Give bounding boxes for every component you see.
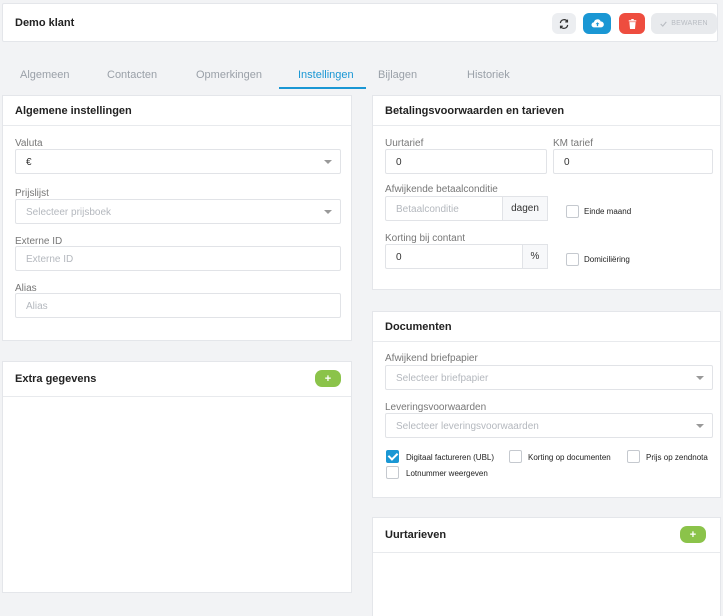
currency-select[interactable]: € bbox=[15, 149, 341, 174]
payment-condition-placeholder: Betaalconditie bbox=[396, 204, 459, 215]
delivery-terms-select[interactable]: Selecteer leveringsvoorwaarden bbox=[385, 413, 713, 438]
cash-discount-input[interactable]: 0 % bbox=[385, 244, 548, 269]
alias-input[interactable]: Alias bbox=[15, 293, 341, 318]
tab-contacten[interactable]: Contacten bbox=[107, 69, 157, 81]
panel-divider bbox=[3, 396, 351, 397]
add-extra-button[interactable]: + bbox=[315, 370, 341, 387]
panel-divider bbox=[373, 552, 720, 553]
alias-placeholder: Alias bbox=[26, 301, 48, 312]
tab-instellingen[interactable]: Instellingen bbox=[298, 69, 354, 81]
delivery-terms-placeholder: Selecteer leveringsvoorwaarden bbox=[396, 421, 539, 432]
lot-number-label: Lotnummer weergeven bbox=[406, 469, 488, 478]
direct-debit-label: Domiciliëring bbox=[584, 255, 630, 264]
km-rate-value: 0 bbox=[564, 157, 570, 168]
upload-button[interactable] bbox=[583, 13, 611, 34]
external-id-input[interactable]: Externe ID bbox=[15, 246, 341, 271]
hourly-rate-label: Uurtarief bbox=[385, 138, 424, 149]
general-settings-panel: Algemene instellingen Valuta € Prijslijs… bbox=[2, 95, 352, 341]
panel-title: Extra gegevens bbox=[15, 373, 97, 385]
hourly-rate-input[interactable]: 0 bbox=[385, 149, 547, 174]
end-of-month-checkbox[interactable] bbox=[566, 205, 579, 218]
lot-number-checkbox[interactable] bbox=[386, 466, 399, 479]
cash-discount-label: Korting bij contant bbox=[385, 233, 466, 244]
pricelist-label: Prijslijst bbox=[15, 188, 49, 199]
payment-condition-label: Afwijkende betaalconditie bbox=[385, 184, 498, 195]
chevron-down-icon bbox=[324, 210, 332, 214]
letterhead-placeholder: Selecteer briefpapier bbox=[396, 373, 489, 384]
ubl-checkbox[interactable] bbox=[386, 450, 399, 463]
price-delivery-label: Prijs op zendnota bbox=[646, 453, 708, 462]
documents-panel: Documenten Afwijkend briefpapier Selecte… bbox=[372, 311, 721, 498]
trash-icon bbox=[628, 18, 636, 29]
panel-title: Algemene instellingen bbox=[15, 105, 132, 117]
currency-label: Valuta bbox=[15, 138, 43, 149]
save-label: BEWAREN bbox=[671, 20, 708, 27]
external-id-placeholder: Externe ID bbox=[26, 254, 74, 265]
panel-title: Uurtarieven bbox=[385, 529, 447, 541]
chevron-down-icon bbox=[696, 424, 704, 428]
panel-divider bbox=[373, 125, 720, 126]
panel-title: Betalingsvoorwaarden en tarieven bbox=[385, 105, 565, 117]
letterhead-label: Afwijkend briefpapier bbox=[385, 353, 478, 364]
page-header: Demo klant BEWAREN bbox=[2, 3, 718, 42]
discount-docs-checkbox[interactable] bbox=[509, 450, 522, 463]
add-hourly-rate-button[interactable]: + bbox=[680, 526, 706, 543]
tab-algemeen[interactable]: Algemeen bbox=[20, 69, 70, 81]
hourly-rates-panel: Uurtarieven + bbox=[372, 517, 721, 616]
check-icon bbox=[660, 21, 667, 27]
pricelist-placeholder: Selecteer prijsboek bbox=[26, 207, 112, 218]
price-delivery-checkbox[interactable] bbox=[627, 450, 640, 463]
panel-title: Documenten bbox=[385, 321, 452, 333]
discount-docs-label: Korting op documenten bbox=[528, 453, 611, 462]
delete-button[interactable] bbox=[619, 13, 645, 34]
direct-debit-checkbox[interactable] bbox=[566, 253, 579, 266]
save-button[interactable]: BEWAREN bbox=[651, 13, 717, 34]
currency-value: € bbox=[26, 157, 32, 168]
end-of-month-label: Einde maand bbox=[584, 207, 632, 216]
km-rate-label: KM tarief bbox=[553, 138, 594, 149]
refresh-icon bbox=[559, 18, 569, 29]
payment-panel: Betalingsvoorwaarden en tarieven Uurtari… bbox=[372, 95, 721, 290]
chevron-down-icon bbox=[324, 160, 332, 164]
chevron-down-icon bbox=[696, 376, 704, 380]
ubl-label: Digitaal factureren (UBL) bbox=[406, 453, 495, 462]
letterhead-select[interactable]: Selecteer briefpapier bbox=[385, 365, 713, 390]
payment-condition-input[interactable]: Betaalconditie dagen bbox=[385, 196, 548, 221]
cloud-upload-icon bbox=[590, 19, 604, 28]
panel-divider bbox=[373, 341, 720, 342]
tab-bar: Algemeen Contacten Opmerkingen Instellin… bbox=[0, 62, 723, 90]
tab-opmerkingen[interactable]: Opmerkingen bbox=[196, 69, 262, 81]
pricelist-select[interactable]: Selecteer prijsboek bbox=[15, 199, 341, 224]
km-rate-input[interactable]: 0 bbox=[553, 149, 713, 174]
days-addon: dagen bbox=[502, 196, 548, 221]
percent-addon: % bbox=[522, 244, 548, 269]
extra-data-panel: Extra gegevens + bbox=[2, 361, 352, 593]
page-title: Demo klant bbox=[15, 17, 75, 29]
active-tab-indicator bbox=[279, 87, 366, 89]
cash-discount-value: 0 bbox=[396, 252, 402, 263]
hourly-rate-value: 0 bbox=[396, 157, 402, 168]
panel-divider bbox=[3, 125, 351, 126]
refresh-button[interactable] bbox=[552, 13, 576, 34]
delivery-terms-label: Leveringsvoorwaarden bbox=[385, 402, 487, 413]
tab-bijlagen[interactable]: Bijlagen bbox=[378, 69, 417, 81]
tab-historiek[interactable]: Historiek bbox=[467, 69, 510, 81]
